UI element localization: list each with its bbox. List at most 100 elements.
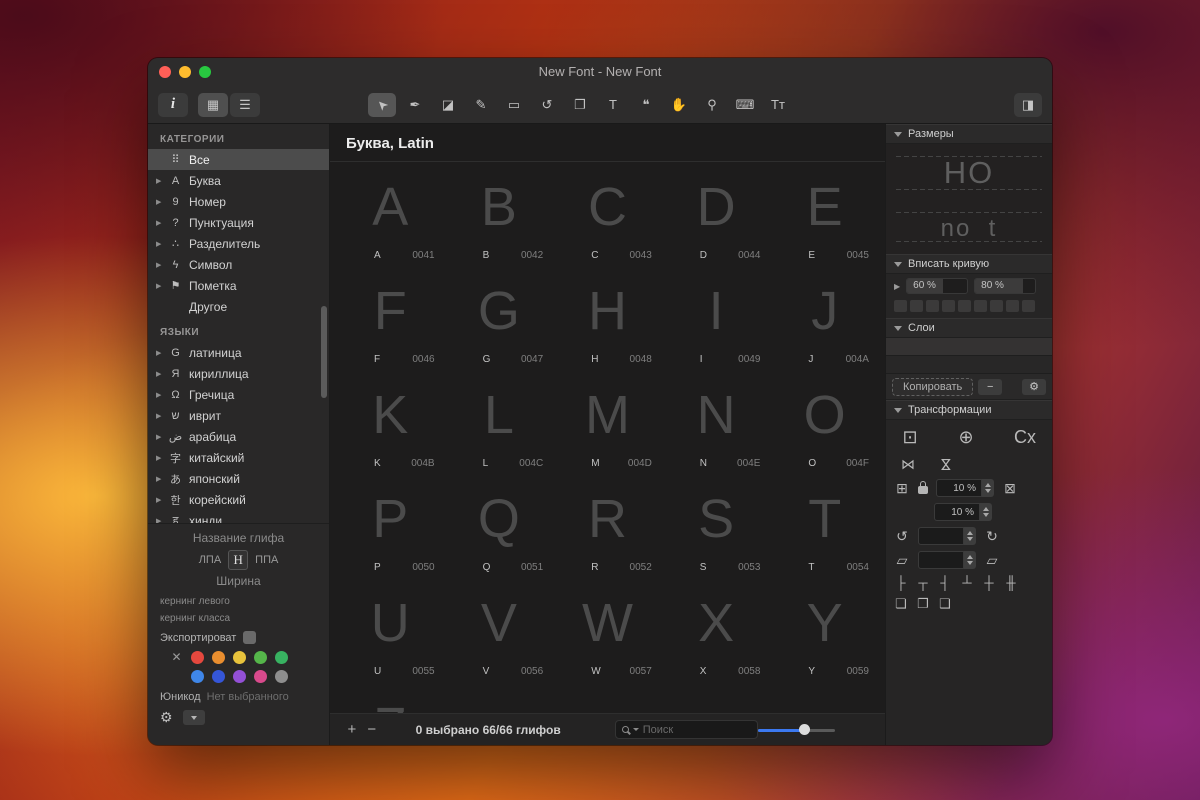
language-item[interactable]: ▶हхинди (148, 510, 329, 523)
text-tool[interactable]: T (599, 93, 627, 117)
zoom-tool[interactable]: ⚲ (698, 93, 726, 117)
glyph-cell[interactable]: KK004B (336, 370, 445, 474)
category-item[interactable]: ▶∴Разделитель (148, 233, 329, 254)
glyph-cell[interactable]: MM004D (553, 370, 662, 474)
minimize-button[interactable] (179, 66, 191, 78)
rotate-ccw-icon[interactable]: ↺ (894, 528, 910, 545)
glyph-cell[interactable]: DD0044 (662, 162, 771, 266)
glyph-cell[interactable]: HH0048 (553, 266, 662, 370)
align-bottom-icon[interactable]: ┴ (960, 575, 974, 590)
glyph-cell[interactable]: AA0041 (336, 162, 445, 266)
select-tool[interactable]: ➤ (368, 93, 396, 117)
remove-glyph-button[interactable]: − (362, 721, 382, 738)
glyph-cell[interactable]: UU0055 (336, 578, 445, 682)
remove-layer-button[interactable]: − (978, 379, 1002, 395)
panel-toggle-button[interactable]: ◨ (1014, 93, 1042, 117)
export-checkbox[interactable] (243, 631, 256, 644)
copies-icon[interactable]: Cx (1014, 427, 1036, 448)
curve-preset-button[interactable] (958, 300, 971, 312)
glyph-cell[interactable]: JJ004A (770, 266, 879, 370)
glyph-cell[interactable]: PP0050 (336, 474, 445, 578)
scale-x-stepper[interactable] (982, 479, 994, 497)
align-right-icon[interactable]: ┤ (938, 575, 952, 590)
language-item[interactable]: ▶字китайский (148, 447, 329, 468)
free-transform-icon[interactable]: ⊡ (902, 427, 918, 448)
color-dot[interactable] (254, 670, 267, 683)
info-button[interactable]: i (158, 93, 188, 117)
transform-section-header[interactable]: Трансформации (886, 400, 1052, 420)
curve-preset-button[interactable] (1006, 300, 1019, 312)
clear-color-icon[interactable]: ✕ (170, 650, 183, 664)
layer-row-1[interactable] (886, 338, 1052, 356)
pencil-tool[interactable]: ✎ (467, 93, 495, 117)
hand-tool[interactable]: ✋ (665, 93, 693, 117)
gear-icon[interactable]: ⚙ (160, 709, 173, 726)
glyph-cell[interactable]: VV0056 (445, 578, 554, 682)
align-top-icon[interactable]: ┬ (916, 575, 930, 590)
category-item[interactable]: ▶AБуква (148, 170, 329, 191)
glyph-cell[interactable]: TT0054 (770, 474, 879, 578)
language-item[interactable]: ▶שиврит (148, 405, 329, 426)
category-item[interactable]: Другое (148, 296, 329, 317)
align-center-icon[interactable]: ┼ (982, 575, 996, 590)
width-field[interactable]: Ширина (158, 572, 319, 593)
glyph-cell[interactable]: SS0053 (662, 474, 771, 578)
color-dot[interactable] (254, 651, 267, 664)
language-item[interactable]: ▶Gлатиница (148, 342, 329, 363)
rectangle-tool[interactable]: ▭ (500, 93, 528, 117)
rotate-stepper[interactable] (964, 527, 976, 545)
align-left-icon[interactable]: ├ (894, 575, 908, 590)
curve-preset-button[interactable] (1022, 300, 1035, 312)
color-dot[interactable] (233, 651, 246, 664)
scale-y-stepper[interactable] (980, 503, 992, 521)
knife-tool[interactable]: ✒ (401, 93, 429, 117)
lock-icon[interactable] (918, 486, 928, 494)
overlap-squares-icon-3[interactable]: ❑ (938, 596, 952, 612)
curve-preset-button[interactable] (926, 300, 939, 312)
color-dot[interactable] (191, 670, 204, 683)
color-dot[interactable] (275, 670, 288, 683)
sidebar-scrollbar[interactable] (321, 306, 327, 398)
category-item[interactable]: ▶⚑Пометка (148, 275, 329, 296)
fit-slider-2[interactable]: 80 % (974, 278, 1036, 294)
overlap-squares-icon-2[interactable]: ❐ (916, 596, 930, 612)
sizes-section-header[interactable]: Размеры (886, 124, 1052, 144)
zoom-slider[interactable] (758, 723, 835, 737)
language-item[interactable]: ▶한корейский (148, 489, 329, 510)
keyboard-tool[interactable]: ⌨ (731, 93, 759, 117)
glyph-cell[interactable]: YY0059 (770, 578, 879, 682)
zoom-slider-thumb[interactable] (799, 724, 810, 735)
language-item[interactable]: ▶ضарабица (148, 426, 329, 447)
fit-curve-section-header[interactable]: Вписать кривую (886, 254, 1052, 274)
align-middle-icon[interactable]: ╫ (1004, 575, 1018, 590)
fit-slider-1[interactable]: 60 % (906, 278, 968, 294)
scale-copy-icon[interactable]: ⊠ (1002, 480, 1018, 497)
glyph-cell[interactable]: XX0058 (662, 578, 771, 682)
glyph-cell[interactable]: QQ0051 (445, 474, 554, 578)
glyph-cell[interactable]: CC0043 (553, 162, 662, 266)
glyph-cell[interactable]: GG0047 (445, 266, 554, 370)
add-glyph-button[interactable]: + (342, 721, 362, 738)
color-dot[interactable] (275, 651, 288, 664)
color-dot[interactable] (191, 651, 204, 664)
glyph-cell[interactable]: LL004C (445, 370, 554, 474)
grid-view-button[interactable]: ▦ (198, 93, 228, 117)
curve-preset-button[interactable] (942, 300, 955, 312)
rotate-cw-icon[interactable]: ↻ (984, 528, 1000, 545)
glyph-cell[interactable]: ZZ005A (336, 682, 445, 713)
rotate-input[interactable] (918, 527, 964, 545)
metrics-tool[interactable]: Тт (764, 93, 792, 117)
color-dot[interactable] (212, 651, 225, 664)
layer-row-2[interactable] (886, 356, 1052, 374)
language-item[interactable]: ▶あяпонский (148, 468, 329, 489)
curve-preset-button[interactable] (990, 300, 1003, 312)
list-view-button[interactable]: ☰ (230, 93, 260, 117)
glyph-cell[interactable]: FF0046 (336, 266, 445, 370)
copy-layer-button[interactable]: Копировать (892, 378, 973, 396)
glyph-cell[interactable]: II0049 (662, 266, 771, 370)
skew-right-icon[interactable]: ▱ (984, 552, 1000, 569)
close-button[interactable] (159, 66, 171, 78)
glyph-cell[interactable]: WW0057 (553, 578, 662, 682)
glyph-cell[interactable]: OO004F (770, 370, 879, 474)
transform-tool[interactable]: ❐ (566, 93, 594, 117)
